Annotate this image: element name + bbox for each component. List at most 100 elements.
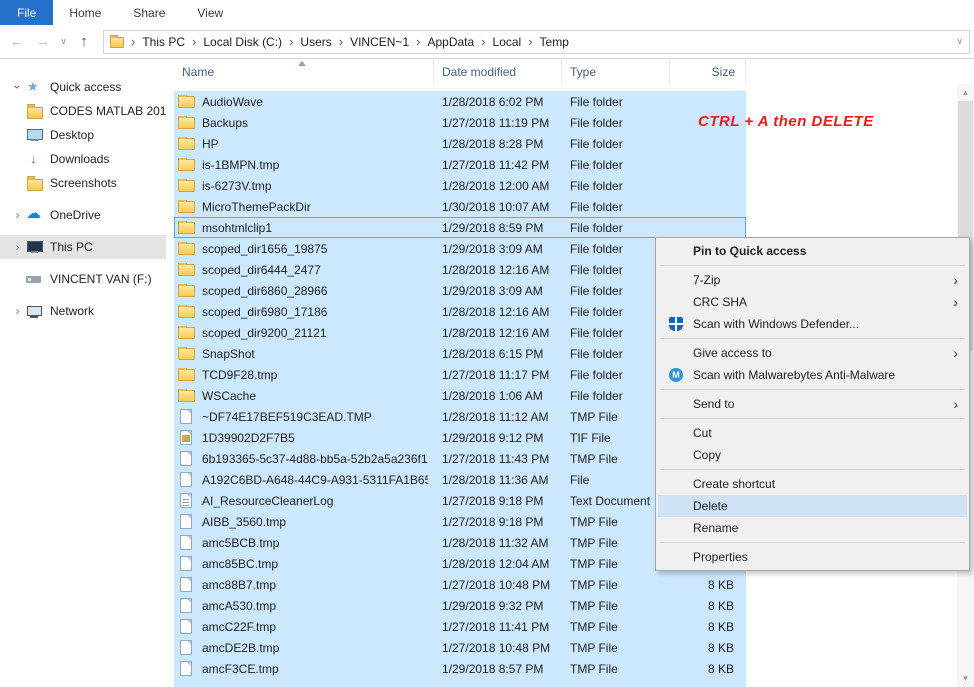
file-row-audiowave[interactable]: AudioWave 1/28/2018 6:02 PM File folder [174, 91, 746, 112]
ribbon-tab-view[interactable]: View [181, 0, 239, 25]
file-type: TMP File [570, 577, 618, 592]
breadcrumb-chevron-icon[interactable] [124, 34, 142, 49]
file-size: 8 KB [707, 577, 734, 592]
sidebar-item-network[interactable]: Network [0, 299, 166, 323]
address-bar[interactable]: This PC Local Disk (C:) Users VINCEN~1 AppDa… [103, 29, 970, 54]
folder-icon [178, 304, 195, 318]
file-size: 8 KB [707, 598, 734, 613]
breadcrumb-segment-appdata[interactable]: AppData [427, 35, 474, 49]
sidebar-item-quick-access[interactable]: Quick access [0, 75, 166, 99]
submenu-arrow-icon [953, 294, 958, 310]
context-menu: Pin to Quick access 7-Zip CRC SHA Scan with… [655, 237, 970, 571]
file-row-amcc22f-tmp[interactable]: amcC22F.tmp 1/27/2018 11:41 PM TMP File 8 K… [174, 616, 746, 637]
file-row-backups[interactable]: Backups 1/27/2018 11:19 PM File folder [174, 112, 746, 133]
menu-item-label: Give access to [693, 346, 772, 360]
context-menu-item-properties[interactable]: Properties [658, 546, 967, 568]
context-menu-item-pin-to-quick-access[interactable]: Pin to Quick access [658, 240, 967, 262]
file-name: TCD9F28.tmp [202, 367, 278, 382]
file-name-cell: amcA530.tmp [174, 598, 434, 613]
expander-right-icon[interactable] [9, 304, 26, 318]
file-row-partial[interactable] [174, 679, 746, 687]
context-menu-item-crc-sha[interactable]: CRC SHA [658, 291, 967, 313]
ribbon-tab-home[interactable]: Home [53, 0, 117, 25]
breadcrumb-chevron-icon[interactable] [185, 34, 203, 49]
folder-icon [178, 136, 195, 150]
desktop-icon [26, 127, 44, 143]
context-menu-item-cut[interactable]: Cut [658, 422, 967, 444]
context-menu-item-copy[interactable]: Copy [658, 444, 967, 466]
file-row-microthemepackdir[interactable]: MicroThemePackDir 1/30/2018 10:07 AM File … [174, 196, 746, 217]
breadcrumb-segment-users[interactable]: Users [300, 35, 331, 49]
file-row-is-1bmpn-tmp[interactable]: is-1BMPN.tmp 1/27/2018 11:42 PM File folde… [174, 154, 746, 175]
sidebar-item-codes-matlab-201[interactable]: CODES MATLAB 201 [0, 99, 166, 123]
context-menu-item-scan-with-windows-defender[interactable]: Scan with Windows Defender... [658, 313, 967, 335]
file-row-hp[interactable]: HP 1/28/2018 8:28 PM File folder [174, 133, 746, 154]
file-name-cell: AIBB_3560.tmp [174, 514, 434, 529]
file-icon [180, 640, 192, 655]
context-menu-item-send-to[interactable]: Send to [658, 393, 967, 415]
column-header-date-modified[interactable]: Date modified [434, 59, 562, 85]
file-row-is-6273v-tmp[interactable]: is-6273V.tmp 1/28/2018 12:00 AM File folde… [174, 175, 746, 196]
file-name: amcA530.tmp [202, 598, 277, 613]
file-name-cell: WSCache [174, 388, 434, 403]
context-menu-item-create-shortcut[interactable]: Create shortcut [658, 473, 967, 495]
sidebar-item-screenshots[interactable]: Screenshots [0, 171, 166, 195]
forward-button[interactable] [30, 33, 56, 50]
context-menu-item-rename[interactable]: Rename [658, 517, 967, 539]
breadcrumb-segment-vincen-1[interactable]: VINCEN~1 [350, 35, 409, 49]
back-button[interactable] [4, 33, 30, 50]
breadcrumb-chevron-icon[interactable] [282, 34, 300, 49]
expander-right-icon[interactable] [9, 240, 26, 254]
file-row-amca530-tmp[interactable]: amcA530.tmp 1/29/2018 9:32 PM TMP File 8 KB [174, 595, 746, 616]
folder-icon [178, 220, 195, 234]
file-row-msohtmlclip1[interactable]: msohtmlclip1 1/29/2018 8:59 PM File folder [174, 217, 746, 238]
file-name-cell: scoped_dir1656_19875 [174, 241, 434, 256]
context-menu-item-scan-with-malwarebytes-anti-malware[interactable]: Scan with Malwarebytes Anti-Malware [658, 364, 967, 386]
folder-icon [26, 103, 44, 119]
file-date-modified: 1/28/2018 12:16 AM [442, 325, 550, 340]
file-row-amc88b7-tmp[interactable]: amc88B7.tmp 1/27/2018 10:48 PM TMP File 8 K… [174, 574, 746, 595]
breadcrumb-segment-local-disk-c[interactable]: Local Disk (C:) [203, 35, 282, 49]
file-icon [180, 514, 192, 529]
breadcrumb-chevron-icon[interactable] [474, 34, 492, 49]
file-type: File folder [570, 199, 623, 214]
sidebar-item-label: Network [50, 304, 95, 318]
breadcrumb-segment-local[interactable]: Local [493, 35, 522, 49]
file-row-amcde2b-tmp[interactable]: amcDE2B.tmp 1/27/2018 10:48 PM TMP File 8 K… [174, 637, 746, 658]
expander-down-icon[interactable] [11, 79, 25, 96]
menu-item-label: Cut [693, 426, 712, 440]
scroll-up-icon[interactable] [957, 84, 974, 101]
folder-icon [178, 325, 195, 339]
file-row-amcf3ce-tmp[interactable]: amcF3CE.tmp 1/29/2018 8:57 PM TMP File 8 KB [174, 658, 746, 679]
breadcrumb-segment-temp[interactable]: Temp [540, 35, 569, 49]
sidebar-item-onedrive[interactable]: OneDrive [0, 203, 166, 227]
sidebar-item-desktop[interactable]: Desktop [0, 123, 166, 147]
sidebar-item-this-pc[interactable]: This PC [0, 235, 166, 259]
column-header-type[interactable]: Type [562, 59, 670, 85]
breadcrumb-segment-this-pc[interactable]: This PC [142, 35, 185, 49]
file-icon [180, 451, 192, 466]
recent-locations-dropdown-icon[interactable] [56, 36, 71, 47]
file-type: File folder [570, 367, 623, 382]
sidebar-item-vincent-van-f[interactable]: VINCENT VAN (F:) [0, 267, 166, 291]
breadcrumb-chevron-icon[interactable] [521, 34, 539, 49]
file-icon [180, 619, 192, 634]
up-button[interactable] [71, 33, 97, 50]
context-menu-item-7-zip[interactable]: 7-Zip [658, 269, 967, 291]
ribbon-tab-file[interactable]: File [0, 0, 54, 25]
breadcrumb-chevron-icon[interactable] [332, 34, 350, 49]
address-dropdown-icon[interactable] [956, 36, 963, 47]
expander-right-icon[interactable] [9, 208, 26, 222]
column-header-size[interactable]: Size [670, 59, 746, 85]
submenu-arrow-icon [953, 345, 958, 361]
context-menu-item-delete[interactable]: Delete [658, 495, 967, 517]
scroll-down-icon[interactable] [957, 670, 974, 687]
file-name-cell: HP [174, 136, 434, 151]
folder-icon [178, 178, 195, 192]
breadcrumb-chevron-icon[interactable] [409, 34, 427, 49]
ribbon-tab-share[interactable]: Share [117, 0, 181, 25]
context-menu-item-give-access-to[interactable]: Give access to [658, 342, 967, 364]
file-type: TMP File [570, 556, 618, 571]
file-type: TMP File [570, 535, 618, 550]
sidebar-item-downloads[interactable]: Downloads [0, 147, 166, 171]
